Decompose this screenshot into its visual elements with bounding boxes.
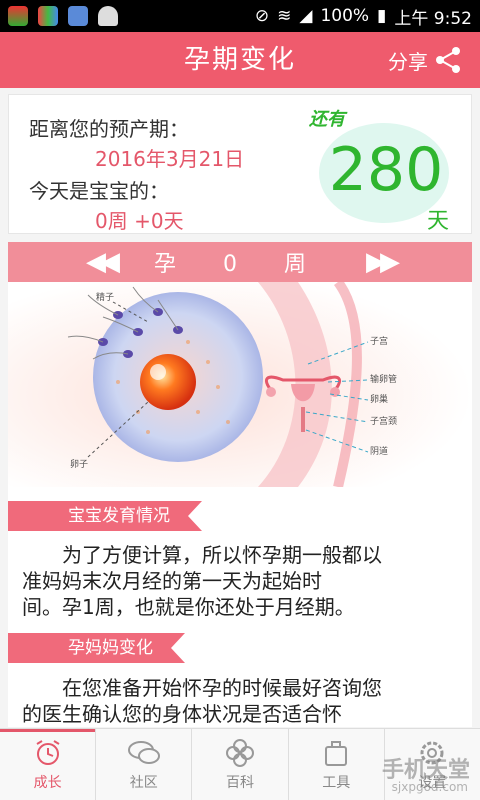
tab-growth-label: 成长 <box>33 774 62 791</box>
baby-section-header: 宝宝发育情况 <box>8 501 202 531</box>
watermark-url: sjxpgod.com <box>391 780 468 794</box>
battery-icon: ▮ <box>377 6 387 26</box>
tab-tools-label: 工具 <box>322 774 351 791</box>
clover-icon <box>226 738 254 767</box>
tube-label: 输卵管 <box>370 373 397 384</box>
share-icon <box>436 47 460 73</box>
days-remaining: 280 <box>328 135 444 205</box>
sperm-label: 精子 <box>96 291 114 302</box>
android-icon <box>98 6 118 26</box>
toolbox-icon <box>325 740 348 766</box>
baby-line-1: 为了方便计算，所以怀孕期一般都以 <box>62 543 382 567</box>
tab-community[interactable]: 社区 <box>96 729 193 800</box>
chat-bubble-icon <box>127 740 160 764</box>
alarm-clock-icon <box>36 739 60 765</box>
current-week-label: 孕 0 周 <box>154 252 326 277</box>
due-date-card: 距离您的预产期： 2016年3月21日 今天是宝宝的： 0周 +0天 还有 28… <box>8 94 472 234</box>
days-unit: 天 <box>427 209 450 234</box>
tab-encyclopedia-label: 百科 <box>226 774 254 791</box>
due-date-label: 距离您的预产期： <box>29 117 189 141</box>
baby-line-3: 间。孕1周，也就是你还处于月经期。 <box>22 595 355 619</box>
tab-tools[interactable]: 工具 <box>289 729 385 800</box>
share-label: 分享 <box>388 49 428 74</box>
content-area[interactable]: 宝宝发育情况 为了方便计算，所以怀孕期一般都以 准妈妈末次月经的第一天为起始时 … <box>8 487 472 727</box>
baby-line-2: 准妈妈末次月经的第一天为起始时 <box>22 569 322 593</box>
shield-icon <box>8 6 28 26</box>
baby-section-title: 宝宝发育情况 <box>8 501 202 531</box>
baby-age-label: 今天是宝宝的： <box>29 179 169 203</box>
egg-label: 卵子 <box>70 459 88 469</box>
baby-age-value: 0周 +0天 <box>95 209 184 233</box>
next-week-button[interactable]: ▶▶ <box>366 247 400 277</box>
battery-text: 100% <box>320 6 370 26</box>
mom-line-2: 的医生确认您的身体状况是否适合怀 <box>22 702 342 726</box>
ovary-label: 卵巢 <box>370 393 388 404</box>
mom-line-1: 在您准备开始怀孕的时候最好咨询您 <box>62 676 382 700</box>
tab-community-label: 社区 <box>129 774 158 791</box>
fertilization-illustration: 精子 卵子 子宫 输卵管 卵巢 子宫颈 阴道 <box>8 279 472 489</box>
mom-section-title: 孕妈妈变化 <box>8 633 185 663</box>
week-navigation: ◀◀ 孕 0 周 ▶▶ <box>8 242 472 282</box>
prev-week-button[interactable]: ◀◀ <box>86 247 120 277</box>
wifi-icon: ≋ <box>277 6 292 26</box>
cervix-label: 子宫颈 <box>370 415 397 426</box>
conception-diagram: 精子 卵子 子宫 输卵管 卵巢 子宫颈 阴道 <box>8 279 472 489</box>
remaining-label: 还有 <box>309 109 345 130</box>
app-icon <box>38 6 58 26</box>
share-button[interactable]: 分享 <box>388 32 462 88</box>
vagina-label: 阴道 <box>370 445 388 456</box>
status-bar: ⊘ ≋ ◢ 100% ▮ 上午 9:52 <box>0 0 480 32</box>
clock: 上午 9:52 <box>394 8 472 29</box>
app-store-icon <box>68 6 88 26</box>
mom-section-text: 在您准备开始怀孕的时候最好咨询您 的医生确认您的身体状况是否适合怀 <box>22 675 462 727</box>
uterus-label: 子宫 <box>370 335 388 346</box>
tab-growth[interactable]: 成长 <box>0 729 97 800</box>
mute-icon: ⊘ <box>254 6 270 26</box>
app-header: 孕期变化 分享 <box>0 32 480 88</box>
tab-encyclopedia[interactable]: 百科 <box>192 729 289 800</box>
mom-section-header: 孕妈妈变化 <box>8 633 185 663</box>
baby-section-text: 为了方便计算，所以怀孕期一般都以 准妈妈末次月经的第一天为起始时 间。孕1周，也… <box>22 542 462 620</box>
signal-icon: ◢ <box>299 6 313 26</box>
due-date-value: 2016年3月21日 <box>95 147 245 171</box>
